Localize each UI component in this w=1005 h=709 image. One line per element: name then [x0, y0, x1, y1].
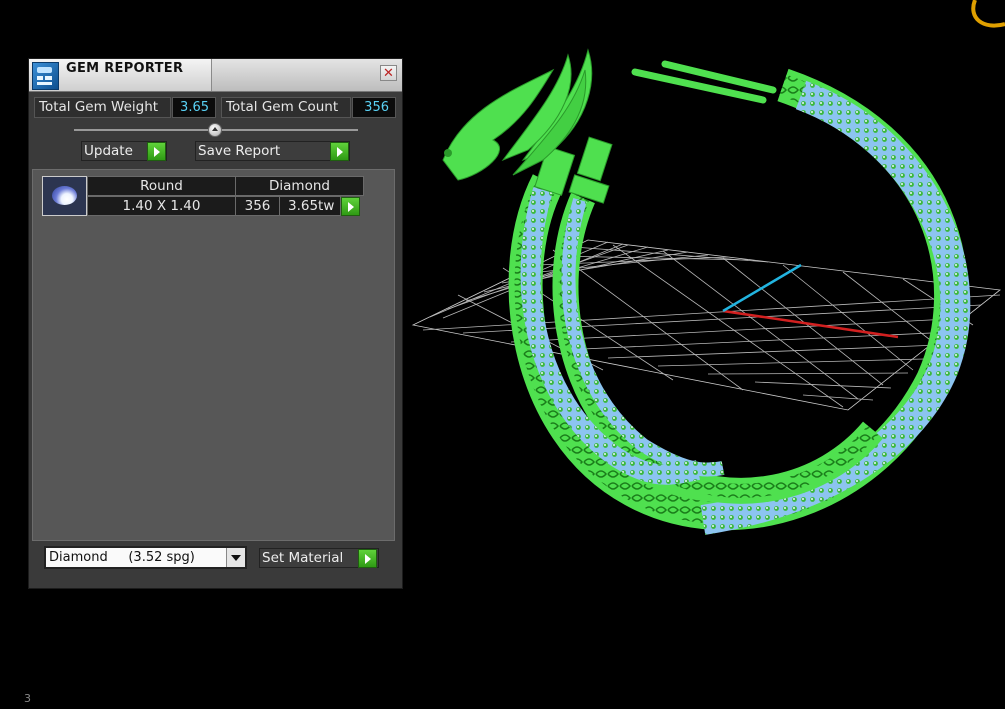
set-material-button-label: Set Material [262, 550, 344, 566]
3d-viewport[interactable] [403, 0, 1005, 705]
dropdown-arrow-icon[interactable] [226, 548, 245, 567]
play-icon[interactable] [330, 142, 349, 161]
gold-ring-fragment [971, 0, 1005, 28]
total-gem-count-label: Total Gem Count [221, 97, 351, 118]
material-select[interactable]: Diamond (3.52 spg) [44, 546, 247, 569]
close-icon[interactable]: ✕ [380, 65, 397, 81]
update-button[interactable]: Update [81, 141, 167, 161]
app-icon [32, 62, 59, 90]
gem-icon[interactable] [42, 176, 87, 216]
gem-shape-cell[interactable]: Round [87, 176, 236, 196]
save-report-button[interactable]: Save Report [195, 141, 350, 161]
material-select-value: Diamond (3.52 spg) [49, 550, 195, 565]
viewport-canvas [411, 0, 1005, 535]
play-icon[interactable] [358, 549, 377, 568]
total-gem-weight-label: Total Gem Weight [34, 97, 171, 118]
gem-count-cell[interactable]: 356 [235, 196, 280, 216]
gem-weight-cell[interactable]: 3.65tw [279, 196, 341, 216]
gem-list[interactable]: Round Diamond 1.40 X 1.40 356 3.65tw [32, 169, 395, 541]
x-axis [722, 309, 899, 339]
title-tab: GEM REPORTER [29, 59, 212, 91]
corner-label: 3 [24, 692, 31, 705]
play-icon[interactable] [147, 142, 166, 161]
play-icon[interactable] [341, 197, 360, 216]
total-gem-count-value: 356 [352, 97, 396, 118]
gem-reporter-panel: GEM REPORTER ✕ Total Gem Weight 3.65 Tot… [28, 58, 403, 589]
update-button-label: Update [84, 143, 133, 159]
total-gem-weight-value: 3.65 [172, 97, 216, 118]
y-axis [722, 263, 802, 313]
window-title: GEM REPORTER [66, 61, 184, 76]
size-slider-knob[interactable] [208, 123, 222, 137]
set-material-button[interactable]: Set Material [259, 548, 379, 568]
gem-size-cell[interactable]: 1.40 X 1.40 [87, 196, 236, 216]
gem-material-cell[interactable]: Diamond [235, 176, 364, 196]
save-report-button-label: Save Report [198, 143, 281, 159]
bangle-model[interactable] [442, 48, 971, 535]
title-bar[interactable]: GEM REPORTER ✕ [29, 59, 402, 92]
